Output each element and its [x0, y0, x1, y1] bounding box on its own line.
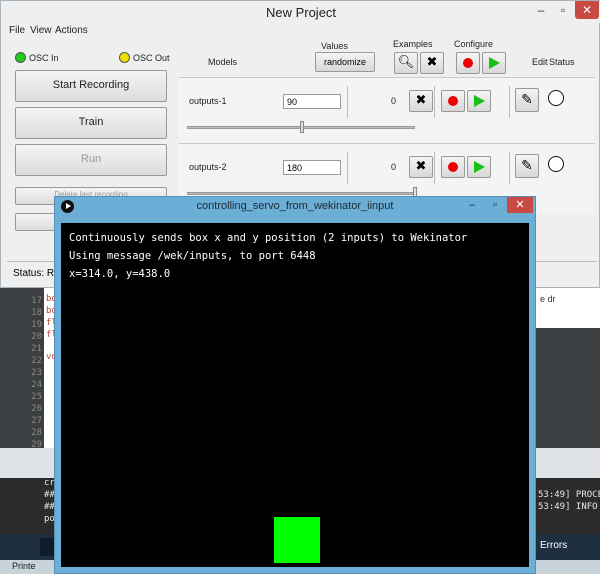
- menu-actions[interactable]: Actions: [55, 25, 88, 36]
- run-button[interactable]: [467, 90, 491, 112]
- close-button[interactable]: ✕: [575, 1, 599, 19]
- menubar: File View Actions: [1, 25, 600, 39]
- values-header: Values: [321, 41, 348, 51]
- line-number: 22: [31, 356, 42, 366]
- record-button[interactable]: [441, 90, 465, 112]
- menu-view[interactable]: View: [30, 25, 52, 36]
- window-title: New Project: [265, 5, 337, 20]
- delete-x-icon: ✖: [415, 158, 427, 173]
- line-number: 18: [31, 308, 42, 318]
- output-value-field[interactable]: [283, 160, 341, 175]
- line-number: 23: [31, 368, 42, 378]
- sketch-close-button[interactable]: ✕: [507, 197, 533, 213]
- position-readout: x=314.0, y=438.0: [69, 268, 171, 280]
- record-icon: [448, 161, 458, 172]
- errors-tab[interactable]: Errors: [540, 540, 567, 551]
- output-name: outputs-1: [189, 96, 227, 106]
- examples-view-button[interactable]: 🔍︎: [394, 52, 418, 74]
- osc-out-label: OSC Out: [133, 53, 170, 63]
- osc-in-label: OSC In: [29, 53, 59, 63]
- examples-header: Examples: [393, 39, 433, 49]
- play-icon: [473, 94, 485, 107]
- example-count: 0: [391, 96, 397, 106]
- randomize-button[interactable]: randomize: [315, 52, 375, 72]
- console-log-line: 53:49] INFO: [538, 502, 598, 512]
- divider: [434, 152, 435, 184]
- sketch-canvas[interactable]: Continuously sends box x and y position …: [61, 223, 529, 567]
- slider-handle[interactable]: [300, 121, 304, 133]
- editor-right-fragment: e dr: [540, 294, 556, 304]
- sketch-minimize-button[interactable]: –: [461, 197, 483, 213]
- divider: [434, 86, 435, 118]
- output-name: outputs-2: [189, 162, 227, 172]
- pencil-icon: ✎: [521, 91, 533, 107]
- wekinator-titlebar: New Project – ▫ ✕: [1, 1, 600, 23]
- examples-delete-button[interactable]: ✖: [420, 52, 444, 74]
- line-number: 27: [31, 416, 42, 426]
- record-icon: [463, 57, 473, 68]
- edit-model-button[interactable]: ✎: [515, 88, 539, 112]
- draggable-green-box[interactable]: [274, 517, 320, 563]
- sketch-info-line: Continuously sends box x and y position …: [69, 232, 468, 244]
- edit-header: Edit: [532, 57, 548, 67]
- record-all-button[interactable]: [456, 52, 480, 74]
- model-status-icon: [548, 90, 564, 106]
- line-number: 24: [31, 380, 42, 390]
- minimize-button[interactable]: –: [531, 1, 551, 19]
- play-icon: [473, 160, 485, 173]
- record-icon: [448, 95, 458, 106]
- run-all-button[interactable]: [482, 52, 506, 74]
- divider: [347, 86, 348, 118]
- delete-x-icon: ✖: [415, 92, 427, 107]
- play-icon: [488, 56, 500, 69]
- line-number: 21: [31, 344, 42, 354]
- search-icon: 🔍︎: [397, 54, 415, 69]
- line-number: 17: [31, 296, 42, 306]
- divider: [347, 152, 348, 184]
- sketch-maximize-button[interactable]: ▫: [485, 197, 505, 213]
- pencil-icon: ✎: [521, 157, 533, 173]
- line-number: 20: [31, 332, 42, 342]
- example-count: 0: [391, 162, 397, 172]
- configure-header: Configure: [454, 39, 494, 49]
- start-recording-button[interactable]: Start Recording: [15, 70, 167, 102]
- status-header: Status: [549, 57, 575, 67]
- sketch-info-line: Using message /wek/inputs, to port 6448: [69, 250, 316, 262]
- console-log-line: 53:49] PROCE: [538, 490, 600, 500]
- sketch-window: controlling_servo_from_wekinator_iinput …: [54, 196, 536, 574]
- code-editor-right-area: e dr: [536, 288, 600, 328]
- sketch-titlebar: controlling_servo_from_wekinator_iinput …: [55, 197, 535, 217]
- run-button[interactable]: Run: [15, 144, 167, 176]
- console-tab-icon[interactable]: [40, 538, 54, 556]
- record-button[interactable]: [441, 156, 465, 178]
- delete-examples-button[interactable]: ✖: [409, 90, 433, 112]
- output-row: outputs-1 0 ✖ ✎: [179, 77, 595, 147]
- delete-examples-button[interactable]: ✖: [409, 156, 433, 178]
- edit-model-button[interactable]: ✎: [515, 154, 539, 178]
- taskbar-label[interactable]: Printe: [12, 561, 36, 571]
- maximize-button[interactable]: ▫: [553, 1, 573, 19]
- models-header: Models: [208, 57, 238, 67]
- model-status-icon: [548, 156, 564, 172]
- divider: [509, 152, 510, 184]
- divider: [509, 86, 510, 118]
- line-number: 19: [31, 320, 42, 330]
- line-number: 25: [31, 392, 42, 402]
- output-slider[interactable]: [187, 192, 415, 195]
- train-button[interactable]: Train: [15, 107, 167, 139]
- line-number: 26: [31, 404, 42, 414]
- run-button[interactable]: [467, 156, 491, 178]
- osc-in-indicator-icon: [15, 52, 26, 63]
- line-number: 28: [31, 428, 42, 438]
- menu-file[interactable]: File: [9, 25, 25, 36]
- delete-x-icon: ✖: [426, 54, 438, 69]
- output-value-field[interactable]: [283, 94, 341, 109]
- osc-out-indicator-icon: [119, 52, 130, 63]
